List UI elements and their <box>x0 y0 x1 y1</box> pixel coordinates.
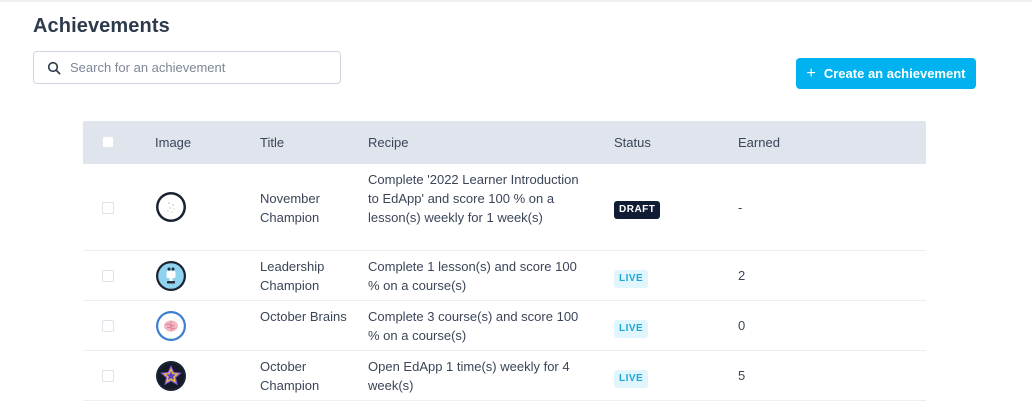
create-achievement-label: Create an achievement <box>823 66 966 81</box>
achievement-title: October Champion <box>260 359 320 393</box>
earned-count: 5 <box>738 368 746 383</box>
table-row[interactable]: November Champion Complete '2022 Learner… <box>83 164 926 251</box>
search-field[interactable] <box>33 51 341 84</box>
table-row[interactable]: Leadership Champion Complete 1 lesson(s)… <box>83 251 926 301</box>
row-checkbox[interactable] <box>102 370 114 382</box>
dotted-circle-badge-icon <box>156 192 186 222</box>
table-header: Image Title Recipe Status Earned <box>83 121 926 164</box>
achievement-recipe: Complete '2022 Learner Introduction to E… <box>368 172 579 225</box>
achievements-table: Image Title Recipe Status Earned Novembe… <box>83 121 926 401</box>
column-header-image[interactable]: Image <box>155 135 191 150</box>
column-header-title[interactable]: Title <box>260 135 284 150</box>
status-badge: DRAFT <box>614 201 661 219</box>
brain-badge-icon <box>156 311 186 341</box>
table-row[interactable]: October Brains Complete 3 course(s) and … <box>83 301 926 351</box>
star-badge-icon <box>156 361 186 391</box>
earned-count: - <box>738 200 743 215</box>
top-divider <box>0 0 1032 2</box>
column-header-earned[interactable]: Earned <box>738 135 780 150</box>
column-header-status[interactable]: Status <box>614 135 651 150</box>
plus-icon: + <box>806 64 816 82</box>
search-input[interactable] <box>70 52 335 83</box>
earned-count: 2 <box>738 268 746 283</box>
status-badge: LIVE <box>614 270 649 288</box>
achievement-title: November Champion <box>260 191 320 225</box>
achievement-title: Leadership Champion <box>260 259 325 293</box>
achievement-recipe: Open EdApp 1 time(s) weekly for 4 week(s… <box>368 359 570 393</box>
achievement-title: October Brains <box>260 309 347 324</box>
status-badge: LIVE <box>614 320 649 338</box>
earned-count: 0 <box>738 318 746 333</box>
row-checkbox[interactable] <box>102 202 114 214</box>
row-checkbox[interactable] <box>102 270 114 282</box>
select-all-checkbox[interactable] <box>102 136 114 148</box>
search-icon <box>47 61 61 75</box>
create-achievement-button[interactable]: + Create an achievement <box>796 58 976 89</box>
table-row[interactable]: October Champion Open EdApp 1 time(s) we… <box>83 351 926 401</box>
status-badge: LIVE <box>614 370 649 388</box>
page-title: Achievements <box>33 15 170 37</box>
trophy-badge-icon <box>156 261 186 291</box>
achievement-recipe: Complete 1 lesson(s) and score 100 % on … <box>368 259 577 293</box>
row-checkbox[interactable] <box>102 320 114 332</box>
column-header-recipe[interactable]: Recipe <box>368 135 408 150</box>
achievement-recipe: Complete 3 course(s) and score 100 % on … <box>368 309 579 343</box>
